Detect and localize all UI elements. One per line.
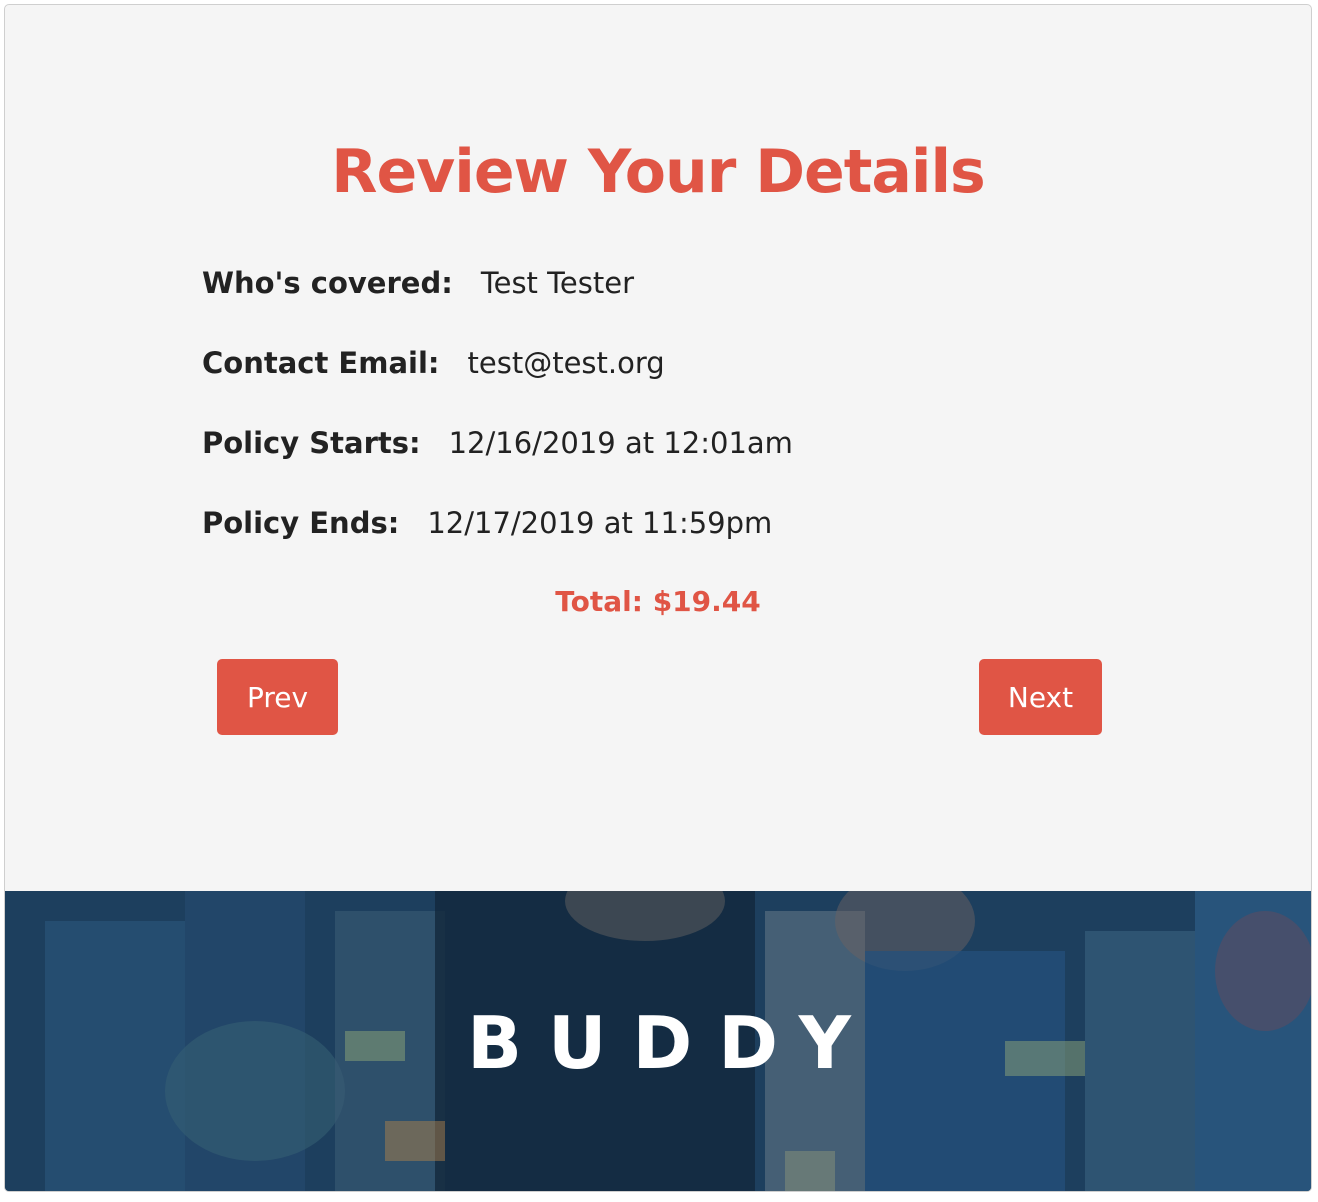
detail-row-email: Contact Email: test@test.org	[202, 343, 665, 383]
review-card: Review Your Details Who's covered: Test T…	[4, 4, 1312, 1192]
detail-row-policy-starts: Policy Starts: 12/16/2019 at 12:01am	[202, 423, 793, 463]
detail-value: Test Tester	[480, 266, 635, 300]
detail-value: test@test.org	[467, 346, 665, 380]
buddy-logo: BUDDY	[467, 1001, 877, 1085]
detail-label: Policy Ends:	[202, 506, 400, 540]
detail-value: 12/17/2019 at 11:59pm	[427, 506, 773, 540]
detail-value: 12/16/2019 at 12:01am	[448, 426, 793, 460]
total-price: Total: $19.44	[555, 585, 761, 618]
detail-row-policy-ends: Policy Ends: 12/17/2019 at 11:59pm	[202, 503, 772, 543]
detail-row-covered: Who's covered: Test Tester	[202, 263, 634, 303]
page-title: Review Your Details	[331, 137, 985, 207]
prev-button[interactable]: Prev	[217, 659, 338, 735]
detail-label: Policy Starts:	[202, 426, 421, 460]
footer-banner: BUDDY	[5, 891, 1311, 1191]
next-button[interactable]: Next	[979, 659, 1102, 735]
detail-label: Who's covered:	[202, 266, 453, 300]
detail-label: Contact Email:	[202, 346, 440, 380]
